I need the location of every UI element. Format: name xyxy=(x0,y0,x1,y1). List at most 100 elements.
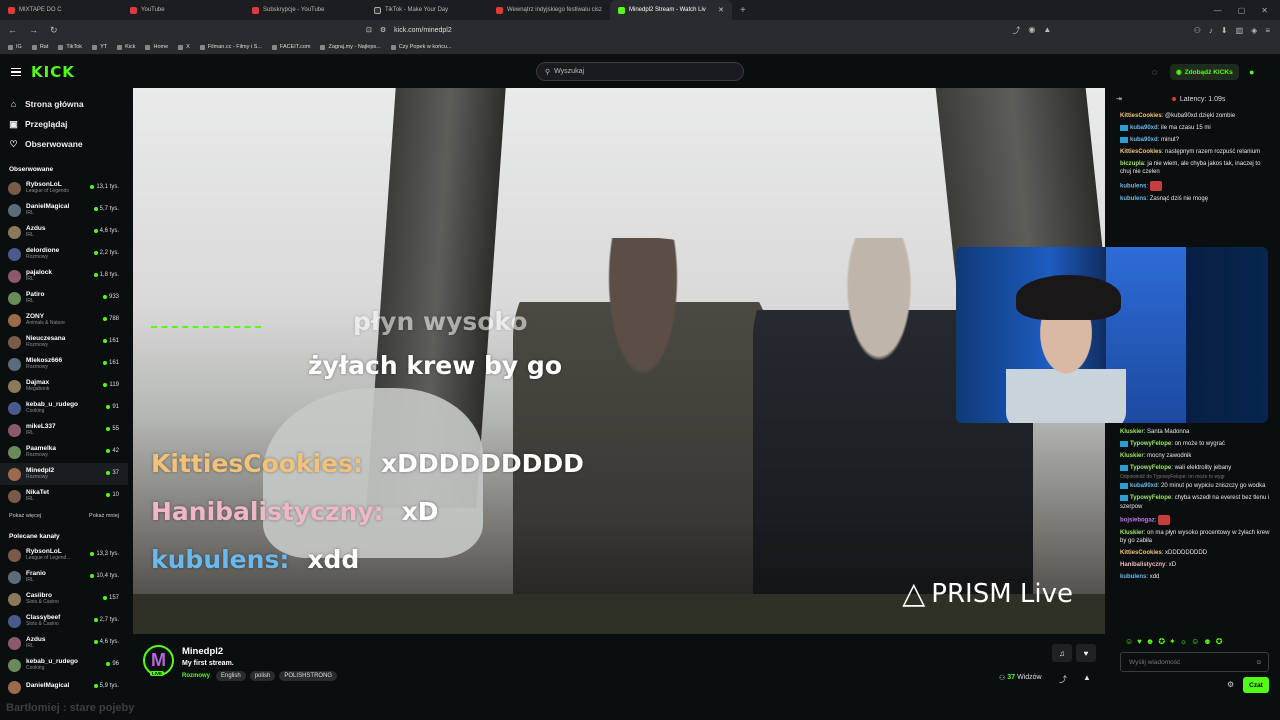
chat-username[interactable]: KittiesCookies xyxy=(1120,149,1162,155)
browser-tab[interactable]: Wewnątrz indyjskiego festiwalu cisz xyxy=(488,0,610,20)
share-icon[interactable]: ⤴ xyxy=(1012,25,1020,36)
emote-icon[interactable]: ✪ xyxy=(1216,637,1223,646)
emote-icon[interactable]: ♥ xyxy=(1137,637,1142,646)
bookmark-item[interactable]: X xyxy=(178,44,190,50)
chat-username[interactable]: Kluskier xyxy=(1120,429,1144,435)
forward-icon[interactable]: → xyxy=(29,25,38,36)
reload-icon[interactable]: ↻ xyxy=(50,25,58,36)
chat-username[interactable]: kubulens xyxy=(1120,183,1146,189)
browser-tab[interactable]: TikTok - Make Your Day xyxy=(366,0,488,20)
alert-icon[interactable]: ▲ xyxy=(1043,25,1051,36)
close-tab-icon[interactable]: ✕ xyxy=(718,6,724,14)
follow-button[interactable]: ♥ xyxy=(1076,644,1096,662)
sidebar-channel-item[interactable]: ZONY Animals & Nature 788 xyxy=(0,309,128,331)
sidebar-channel-item[interactable]: Casiibro Slots & Casino 157 xyxy=(0,588,128,610)
extension-icon[interactable]: ⚇ xyxy=(1194,26,1201,35)
chat-username[interactable]: kubulens xyxy=(1120,196,1146,202)
sidebar-channel-item[interactable]: Azdus IRL 4,6 tys. xyxy=(0,632,128,654)
emoji-picker-icon[interactable]: ☺ xyxy=(1255,659,1262,666)
maximize-icon[interactable]: ▢ xyxy=(1238,6,1246,15)
sidebar-channel-item[interactable]: DanielMagical IRL 5,7 tys. xyxy=(0,199,128,221)
user-avatar[interactable]: ● xyxy=(1249,67,1254,77)
collapse-chat-icon[interactable]: ⇥ xyxy=(1116,95,1122,103)
browser-tab[interactable]: YouTube xyxy=(122,0,244,20)
sidebar-channel-item[interactable]: pajalock IRL 1,8 tys. xyxy=(0,265,128,287)
chat-username[interactable]: kuba90xd xyxy=(1130,125,1158,131)
bookmark-item[interactable]: Czy Popek w końcu... xyxy=(390,44,452,50)
kick-logo[interactable]: KICK xyxy=(31,63,75,81)
chat-username[interactable]: Kluskier xyxy=(1120,453,1144,459)
bookmark-item[interactable]: FACEIT.com xyxy=(271,44,310,50)
chat-settings-icon[interactable]: ⚙ xyxy=(1227,680,1234,689)
bookmark-item[interactable]: Zagraj.my - Najleps... xyxy=(320,44,381,50)
tag-chip[interactable]: POLISHSTRONG xyxy=(279,671,338,681)
send-chat-button[interactable]: Czat xyxy=(1243,677,1269,693)
emote-icon[interactable]: ☺ xyxy=(1125,637,1133,646)
chat-username[interactable]: kuba90xd xyxy=(1130,137,1158,143)
emote-icon[interactable]: ☻ xyxy=(1146,637,1154,646)
nav-browse[interactable]: ▣ Przeglądaj xyxy=(0,114,128,134)
sidebar-channel-item[interactable]: kebab_u_rudego Cooking 96 xyxy=(0,654,128,676)
bookmark-item[interactable]: Kick xyxy=(117,44,135,50)
chat-username[interactable]: KittiesCookies xyxy=(1120,113,1162,119)
shield-icon[interactable]: ◉ xyxy=(1028,25,1035,36)
chat-username[interactable]: kuba90xd xyxy=(1130,483,1158,489)
chat-username[interactable]: TypowyFelope xyxy=(1130,495,1171,501)
nav-home[interactable]: ⌂ Strona główna xyxy=(0,94,128,114)
bookmark-item[interactable]: IG xyxy=(8,44,22,50)
bookmark-item[interactable]: YT xyxy=(92,44,107,50)
back-icon[interactable]: ← xyxy=(8,25,17,36)
bookmark-item[interactable]: Home xyxy=(145,44,168,50)
sidebar-icon[interactable]: ▥ xyxy=(1236,26,1244,35)
sidebar-channel-item[interactable]: delordione Rozmowy 2,2 tys. xyxy=(0,243,128,265)
sidebar-channel-item[interactable]: Dajmax Megabonk 119 xyxy=(0,375,128,397)
category-link[interactable]: Rozmowy xyxy=(182,673,210,679)
browser-tab-active[interactable]: Minedpl2 Stream - Watch Liv ✕ xyxy=(610,0,732,20)
hamburger-icon[interactable] xyxy=(11,67,21,77)
bookmark-item[interactable]: Filman.cc - Filmy i S... xyxy=(199,44,262,50)
channel-name[interactable]: Minedpl2 xyxy=(182,646,223,657)
chat-username[interactable]: TypowyFelope xyxy=(1130,465,1171,471)
sidebar-channel-item[interactable]: Paamelka Rozmowy 42 xyxy=(0,441,128,463)
sidebar-channel-item[interactable]: RybsonLoL League of Legend... 13,3 tys. xyxy=(0,544,128,566)
search-input[interactable]: ⚲ Wyszukaj xyxy=(536,62,744,81)
chat-username[interactable]: KittiesCookies xyxy=(1120,550,1162,556)
audio-icon[interactable]: ♪ xyxy=(1209,26,1213,35)
bookmark-icon[interactable]: ⊡ xyxy=(366,26,372,34)
sidebar-channel-item[interactable]: Franio IRL 10,4 tys. xyxy=(0,566,128,588)
tag-chip[interactable]: English xyxy=(216,671,246,681)
chat-username[interactable]: Hanibalistyczny xyxy=(1120,562,1165,568)
sidebar-channel-item[interactable]: mikeL337 IRL 55 xyxy=(0,419,128,441)
rewards-icon[interactable]: ◌ xyxy=(1152,67,1157,77)
chat-username[interactable]: kubulens xyxy=(1120,574,1146,580)
address-input[interactable]: ⊡ ⚙ kick.com/minedpl2 xyxy=(360,23,880,37)
sidebar-channel-item[interactable]: kebab_u_rudego Cooking 91 xyxy=(0,397,128,419)
minimize-icon[interactable]: — xyxy=(1214,6,1222,15)
sidebar-channel-item[interactable]: RybsonLoL League of Legends 13,1 tys. xyxy=(0,177,128,199)
nav-following[interactable]: ♡ Obserwowane xyxy=(0,134,128,154)
show-less-link[interactable]: Pokaż mniej xyxy=(89,513,119,519)
emote-icon[interactable]: ☺ xyxy=(1191,637,1199,646)
bookmark-item[interactable]: Rat xyxy=(31,44,48,50)
site-info-icon[interactable]: ⚙ xyxy=(380,26,386,34)
bookmark-item[interactable]: TikTok xyxy=(58,44,82,50)
share-icon[interactable]: ⤴ xyxy=(1059,674,1067,685)
tag-chip[interactable]: polish xyxy=(249,671,276,681)
emote-icon[interactable]: ✦ xyxy=(1169,637,1176,646)
sidebar-channel-item[interactable]: Classybeef Slots & Casino 2,7 tys. xyxy=(0,610,128,632)
get-kicks-button[interactable]: ◉ Zdobądź KICKs xyxy=(1170,64,1239,80)
wallet-icon[interactable]: ◈ xyxy=(1251,26,1257,35)
emote-icon[interactable]: ✪ xyxy=(1158,637,1165,646)
sidebar-channel-item[interactable]: Mlekosz666 Rozmowy 161 xyxy=(0,353,128,375)
download-icon[interactable]: ⬇ xyxy=(1221,26,1228,35)
emote-icon[interactable]: ☻ xyxy=(1203,637,1211,646)
emote-icon[interactable]: ☼ xyxy=(1180,637,1187,646)
show-more-link[interactable]: Pokaż więcej xyxy=(9,513,41,519)
chat-username[interactable]: biczupla xyxy=(1120,161,1144,167)
sidebar-channel-item[interactable]: DanielMagical 5,9 tys. xyxy=(0,676,128,698)
browser-tab[interactable]: Subskrypcje - YouTube xyxy=(244,0,366,20)
sidebar-channel-item[interactable]: NikaTet IRL 10 xyxy=(0,485,128,507)
sidebar-channel-item[interactable]: Azdus IRL 4,6 tys. xyxy=(0,221,128,243)
browser-tab[interactable]: MIXTAPE DO C xyxy=(0,0,122,20)
chat-username[interactable]: TypowyFelope xyxy=(1130,441,1171,447)
